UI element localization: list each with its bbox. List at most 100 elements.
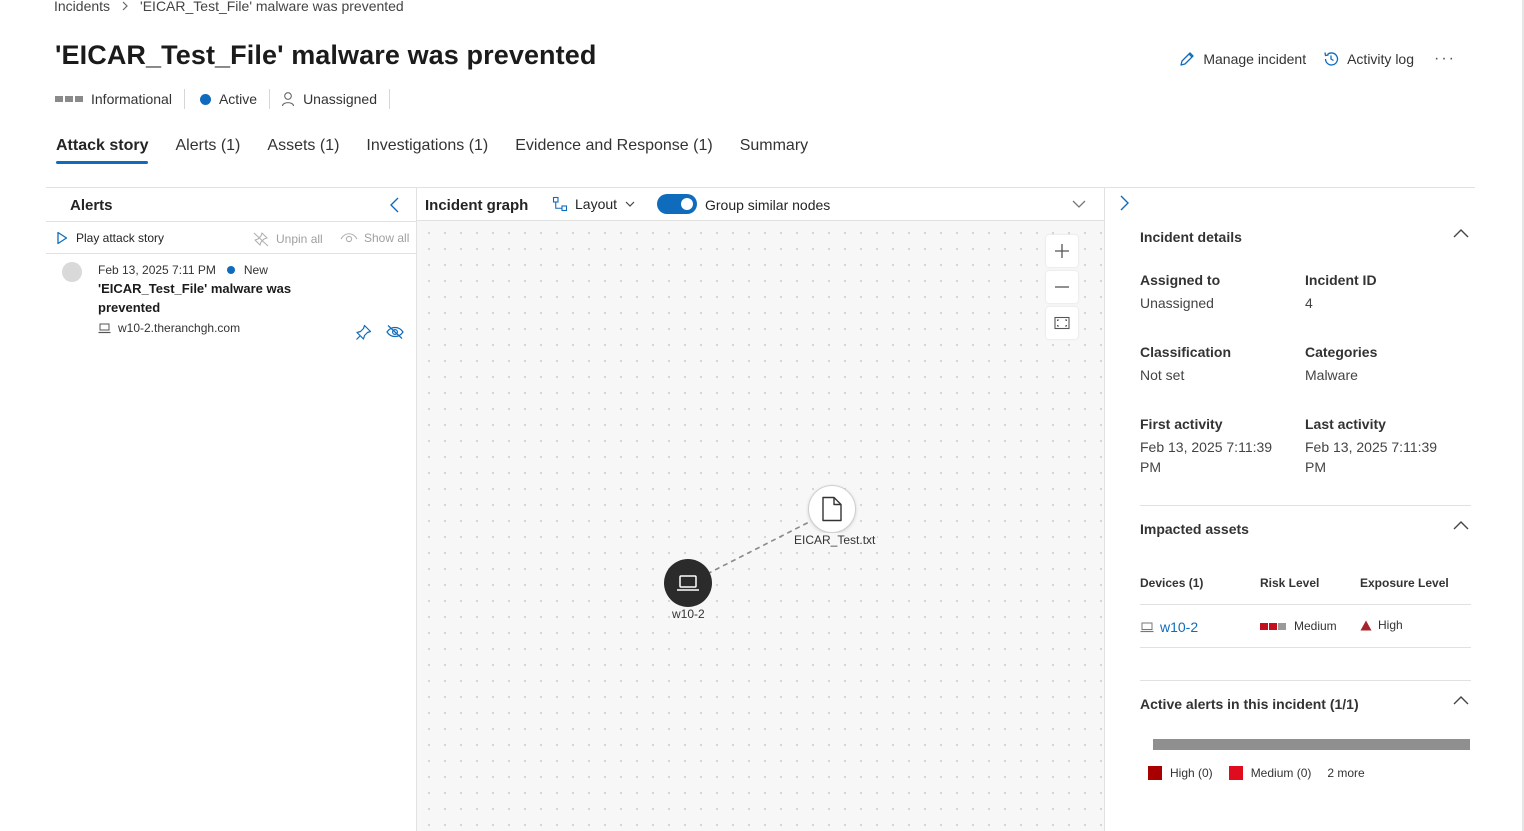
classification-value: Not set (1140, 367, 1185, 383)
first-activity-value: Feb 13, 2025 7:11:39 PM (1140, 439, 1273, 475)
breadcrumb-incidents-link[interactable]: Incidents (54, 0, 110, 14)
alert-status: New (243, 263, 268, 277)
legend-medium-label: Medium (0) (1250, 766, 1312, 780)
categories-value: Malware (1305, 367, 1358, 383)
chevron-up-icon[interactable] (1452, 695, 1470, 707)
tab-attack-story[interactable]: Attack story (56, 137, 149, 164)
show-all-button[interactable]: Show all (340, 231, 409, 245)
alert-meta: Feb 13, 2025 7:11 PM New (98, 263, 268, 277)
play-attack-story-label: Play attack story (76, 231, 165, 245)
device-link[interactable]: w10-2 (1140, 619, 1198, 635)
tab-alerts[interactable]: Alerts (1) (175, 137, 240, 164)
chevron-right-icon (122, 1, 128, 11)
device-name: w10-2 (1160, 619, 1199, 635)
state-label: Active (218, 91, 258, 107)
severity-status: Informational (55, 89, 185, 109)
risk-bars-icon (1260, 622, 1286, 630)
laptop-icon (1140, 622, 1154, 632)
risk-level-value: Medium (1294, 619, 1337, 633)
person-icon (282, 92, 295, 107)
active-alerts-heading: Active alerts in this incident (1/1) (1140, 696, 1359, 712)
warning-triangle-icon (1360, 620, 1372, 630)
alerts-panel-title: Alerts (70, 197, 113, 214)
tab-evidence-response[interactable]: Evidence and Response (1) (515, 137, 712, 164)
tab-assets[interactable]: Assets (1) (267, 137, 339, 164)
document-icon (822, 496, 842, 522)
layout-dropdown[interactable]: Layout (552, 196, 636, 212)
unpin-all-button[interactable]: Unpin all (252, 231, 323, 247)
alert-date: Feb 13, 2025 7:11 PM (98, 263, 216, 277)
device-node[interactable] (664, 559, 712, 607)
alerts-toolbar: Play attack story Unpin all Show all (46, 221, 417, 254)
tab-bar: Attack story Alerts (1) Assets (1) Inves… (56, 137, 808, 164)
page-title: 'EICAR_Test_File' malware was prevented (55, 40, 597, 70)
last-activity-label: Last activity (1305, 416, 1386, 432)
layout-label: Layout (575, 196, 618, 212)
alert-list-item[interactable]: Feb 13, 2025 7:11 PM New 'EICAR_Test_Fil… (46, 256, 417, 351)
device-node-label: w10-2 (670, 607, 707, 621)
legend-more-button[interactable]: 2 more (1327, 766, 1364, 780)
assignee-status[interactable]: Unassigned (281, 89, 390, 109)
eye-off-icon[interactable] (386, 324, 404, 340)
manage-incident-button[interactable]: Manage incident (1178, 50, 1306, 68)
legend-high-label: High (0) (1170, 766, 1213, 780)
alerts-panel: Alerts Play attack story Unpin all Show … (46, 188, 417, 831)
show-all-label: Show all (364, 231, 410, 245)
play-attack-story-button[interactable]: Play attack story (56, 231, 164, 245)
exposure-level-value: High (1378, 618, 1403, 632)
incident-id-value: 4 (1305, 295, 1313, 311)
laptop-icon (98, 323, 111, 333)
incident-id-label: Incident ID (1305, 272, 1377, 288)
risk-level-column-header[interactable]: Risk Level (1260, 576, 1319, 590)
impacted-assets-heading: Impacted assets (1140, 521, 1249, 537)
pin-icon[interactable] (355, 324, 372, 341)
eye-icon (340, 233, 358, 243)
legend-high: High (0) (1148, 766, 1213, 780)
breadcrumb: Incidents 'EICAR_Test_File' malware was … (54, 0, 404, 14)
top-actions: Manage incident Activity log ··· (1178, 50, 1456, 68)
chevron-left-icon[interactable] (388, 196, 402, 214)
classification-label: Classification (1140, 344, 1232, 360)
play-icon (57, 231, 68, 245)
section-divider (1140, 680, 1471, 681)
chevron-right-icon[interactable] (1117, 194, 1131, 212)
severity-bars-icon (55, 96, 83, 102)
exposure-level-cell: High (1360, 618, 1403, 632)
tab-summary[interactable]: Summary (740, 137, 808, 164)
file-node[interactable] (808, 485, 856, 533)
devices-column-header[interactable]: Devices (1) (1140, 576, 1203, 590)
assigned-to-label: Assigned to (1140, 272, 1221, 288)
table-row-divider (1140, 647, 1471, 648)
active-dot-icon (199, 93, 211, 105)
status-row: Informational Active Unassigned (55, 89, 401, 109)
incident-graph-canvas[interactable]: EICAR_Test.txt w10-2 (417, 221, 1104, 831)
incident-state: Active (196, 89, 271, 109)
alert-device: w10-2.theranchgh.com (98, 321, 240, 335)
group-similar-toggle[interactable] (657, 194, 697, 214)
tab-investigations[interactable]: Investigations (1) (366, 137, 488, 164)
exposure-level-column-header[interactable]: Exposure Level (1360, 576, 1449, 590)
alert-severity-legend: High (0) Medium (0) 2 more (1148, 766, 1365, 780)
more-options-button[interactable]: ··· (1434, 50, 1456, 68)
manage-incident-label: Manage incident (1203, 51, 1307, 67)
activity-log-button[interactable]: Activity log (1322, 50, 1414, 68)
alert-severity-avatar (62, 262, 82, 282)
unpin-icon (253, 232, 269, 247)
incident-details-panel: Incident details Assigned to Unassigned … (1104, 188, 1476, 831)
chevron-up-icon[interactable] (1452, 520, 1470, 532)
unpin-all-label: Unpin all (276, 232, 323, 246)
graph-edges (706, 517, 818, 575)
chevron-up-icon[interactable] (1452, 228, 1470, 240)
history-icon (1324, 52, 1339, 66)
legend-swatch (1228, 766, 1243, 780)
file-node-label: EICAR_Test.txt (792, 533, 878, 547)
alert-title: 'EICAR_Test_File' malware was prevented (98, 281, 292, 315)
legend-medium: Medium (0) (1228, 766, 1312, 780)
graph-toolbar: Incident graph Layout Group similar node… (417, 188, 1104, 221)
risk-level-cell: Medium (1260, 619, 1337, 633)
new-status-dot-icon (226, 266, 235, 274)
chevron-down-icon[interactable] (1071, 198, 1087, 210)
group-similar-label: Group similar nodes (705, 197, 831, 213)
assigned-to-value: Unassigned (1140, 295, 1214, 311)
assignee-label: Unassigned (303, 91, 377, 107)
